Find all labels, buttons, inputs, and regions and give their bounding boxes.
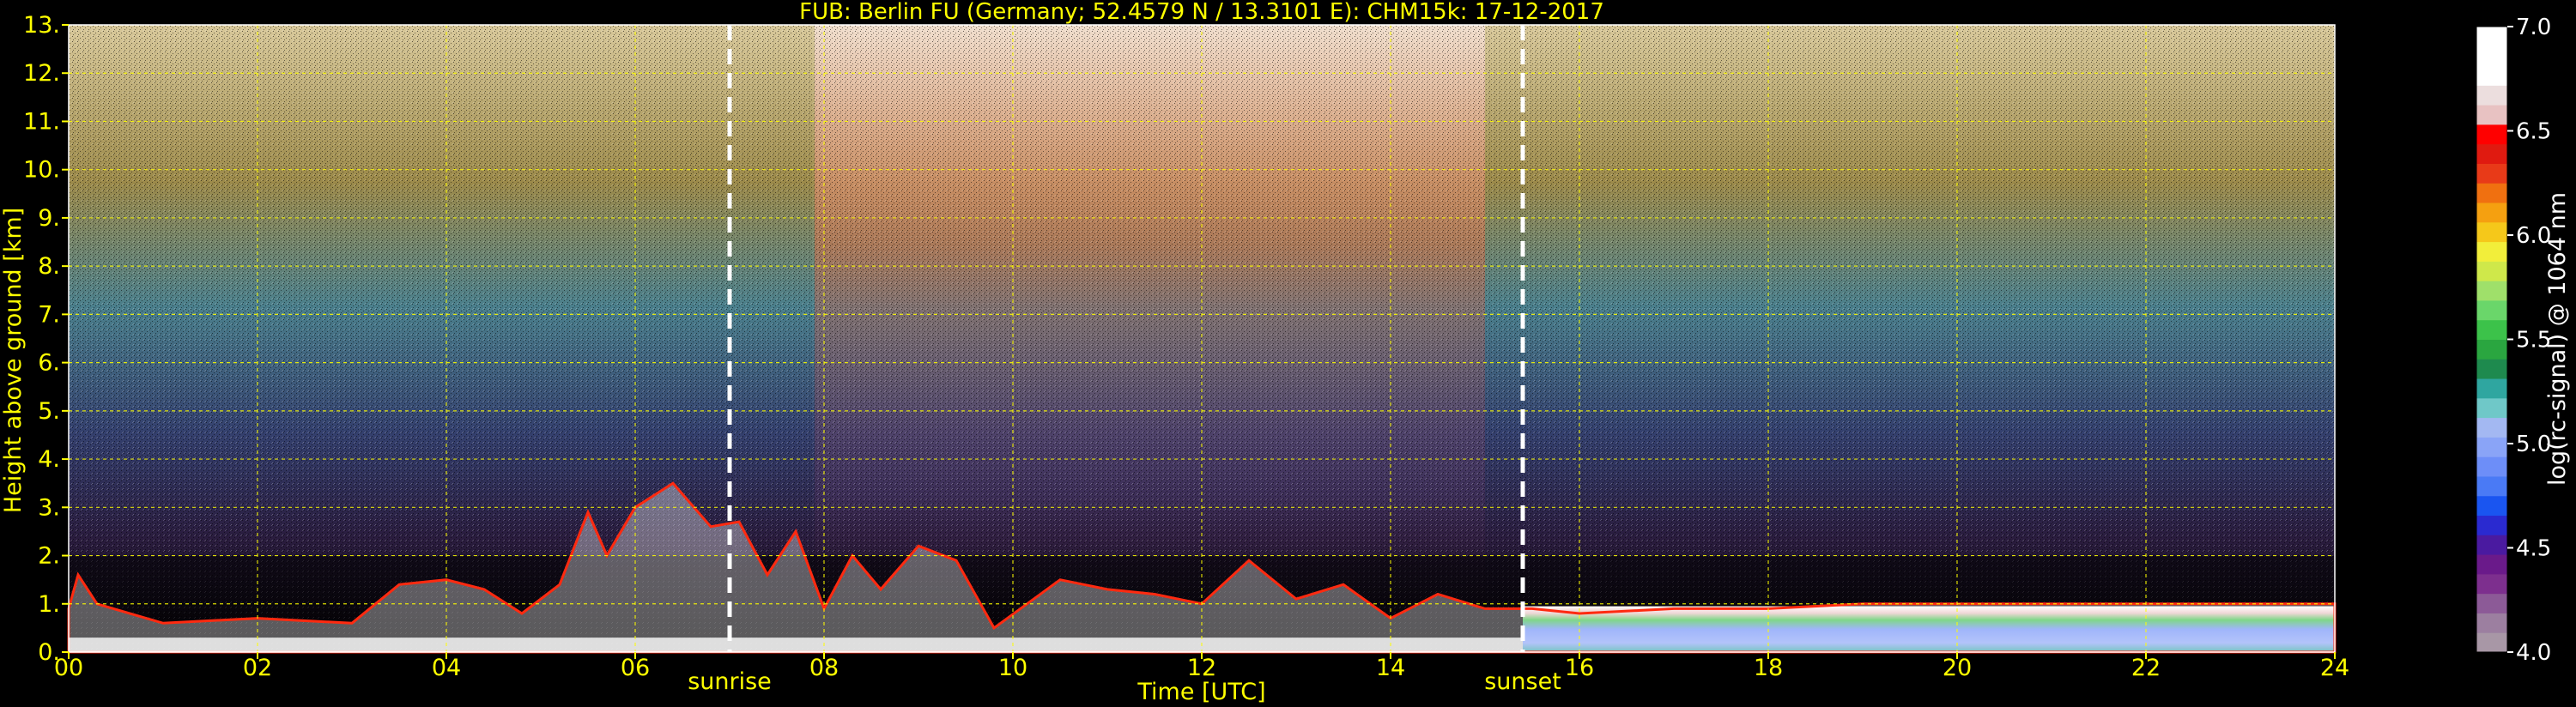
colorbar-segment xyxy=(2476,281,2507,301)
colorbar-tick-label: 4.5 xyxy=(2516,536,2551,562)
colorbar-segment xyxy=(2476,183,2507,203)
event-label-sunset: sunset xyxy=(1484,668,1561,695)
surface-layer xyxy=(69,638,1523,652)
colorbar-segment xyxy=(2476,397,2507,419)
x-tick-label: 08 xyxy=(809,655,839,681)
x-tick-label: 20 xyxy=(1943,655,1972,681)
colorbar-segment xyxy=(2476,573,2507,595)
colorbar-segment xyxy=(2476,515,2507,535)
colorbar-segment xyxy=(2476,554,2507,575)
colorbar-segment xyxy=(2476,221,2507,243)
colorbar-segment xyxy=(2476,143,2507,164)
y-axis-label: Height above ground [km] xyxy=(0,208,27,513)
colorbar-tick-label: 4.0 xyxy=(2516,640,2551,666)
colorbar-segment xyxy=(2476,593,2507,613)
colorbar-segment xyxy=(2476,299,2507,321)
x-tick-label: 18 xyxy=(1754,655,1783,681)
x-axis-label: Time [UTC] xyxy=(1136,679,1265,705)
colorbar-segment xyxy=(2476,613,2507,633)
x-tick-label: 14 xyxy=(1376,655,1405,681)
colorbar-segment xyxy=(2476,202,2507,223)
y-tick-label: 9. xyxy=(38,205,60,232)
x-tick-label: 04 xyxy=(432,655,461,681)
x-tick-label: 12 xyxy=(1187,655,1216,681)
y-tick-label: 3. xyxy=(38,494,60,521)
x-tick-label: 10 xyxy=(998,655,1027,681)
y-tick-label: 1. xyxy=(38,591,60,618)
colorbar-segment xyxy=(2476,417,2507,438)
colorbar-segment xyxy=(2476,261,2507,281)
event-label-sunrise: sunrise xyxy=(688,668,772,695)
y-tick-label: 4. xyxy=(38,446,60,473)
colorbar-segment xyxy=(2476,124,2507,145)
x-tick-label: 02 xyxy=(243,655,272,681)
x-tick-label: 24 xyxy=(2320,655,2349,681)
y-tick-label: 7. xyxy=(38,301,60,328)
x-tick-label: 16 xyxy=(1565,655,1594,681)
colorbar-segment xyxy=(2476,456,2507,477)
colorbar-segment xyxy=(2476,105,2507,125)
colorbar-segment xyxy=(2476,45,2507,67)
colorbar-segment xyxy=(2476,65,2507,86)
colorbar-segment xyxy=(2476,319,2507,340)
y-tick-label: 0. xyxy=(38,639,60,666)
x-tick-label: 06 xyxy=(621,655,650,681)
colorbar-segment xyxy=(2476,241,2507,262)
colorbar-segment xyxy=(2476,475,2507,497)
colorbar-tick-label: 7.0 xyxy=(2516,15,2551,40)
colorbar-segment xyxy=(2476,85,2507,106)
y-tick-label: 5. xyxy=(38,398,60,425)
ceilometer-chart: sunrise sunset 00 02 04 06 08 10 12 14 16 18 20 22 24… xyxy=(0,0,2571,705)
colorbar-segment xyxy=(2476,27,2507,47)
colorbar-segment xyxy=(2476,378,2507,399)
y-tick-label: 2. xyxy=(38,543,60,570)
colorbar: 4.04.55.05.56.06.57.0 xyxy=(2476,15,2551,666)
colorbar-segment xyxy=(2476,495,2507,517)
y-tick-label: 10. xyxy=(23,157,60,184)
y-tick-label: 13. xyxy=(23,12,60,39)
colorbar-tick-label: 6.5 xyxy=(2516,119,2551,145)
colorbar-segment xyxy=(2476,535,2507,555)
y-tick-label: 11. xyxy=(23,108,60,135)
x-tick-label: 22 xyxy=(2131,655,2161,681)
y-tick-label: 12. xyxy=(23,60,60,87)
y-tick-label: 6. xyxy=(38,350,60,377)
colorbar-label: log(rc-signal) @ 1064 nm xyxy=(2544,192,2571,486)
colorbar-segment xyxy=(2476,359,2507,379)
y-tick-label: 8. xyxy=(38,253,60,280)
colorbar-segment xyxy=(2476,632,2507,653)
plot-area xyxy=(67,25,2337,654)
colorbar-segment xyxy=(2476,163,2507,184)
chart-title: FUB: Berlin FU (Germany; 52.4579 N / 13.… xyxy=(799,0,1604,25)
colorbar-segment xyxy=(2476,339,2507,360)
colorbar-segment xyxy=(2476,437,2507,457)
